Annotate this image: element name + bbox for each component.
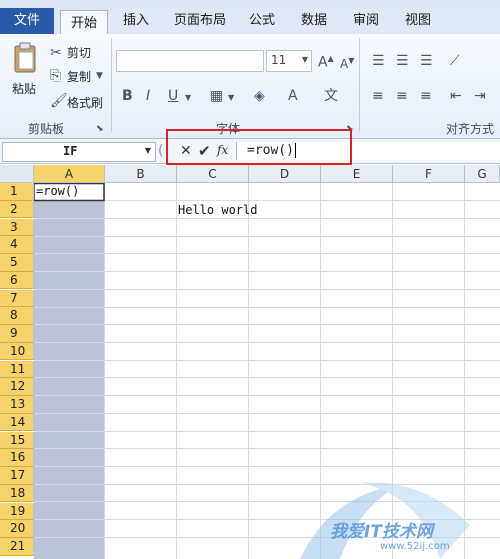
name-box-value: IF <box>63 144 78 158</box>
tab-review[interactable]: 审阅 <box>346 8 386 34</box>
alignment-group-label: 对齐方式 <box>446 122 495 136</box>
chevron-down-icon[interactable]: ▼ <box>228 91 234 105</box>
align-left-icon[interactable]: ≡ <box>372 89 384 103</box>
tab-formulas[interactable]: 公式 <box>242 8 282 34</box>
align-center-icon[interactable]: ≡ <box>396 89 408 103</box>
name-box[interactable]: IF ▼ <box>2 142 156 162</box>
row-header-8[interactable]: 8 <box>0 307 34 325</box>
column-header-d[interactable]: D <box>249 165 321 183</box>
tab-view[interactable]: 视图 <box>398 8 438 34</box>
separator <box>111 38 112 132</box>
formula-bar-handle[interactable]: ( <box>158 143 163 159</box>
chevron-down-icon[interactable]: ▼ <box>96 69 103 83</box>
ribbon-home: 粘贴 ✂ 剪切 ⎘ 复制 ▼ 🖌 格式刷 剪贴板 ⬊ 11 ▼ A▲ A▼ B … <box>0 34 500 139</box>
scissors-icon: ✂ <box>50 45 62 61</box>
row-header-2[interactable]: 2 <box>0 200 34 219</box>
row-header-9[interactable]: 9 <box>0 325 34 343</box>
copy-icon: ⎘ <box>50 68 62 84</box>
row-header-16[interactable]: 16 <box>0 449 34 467</box>
orientation-icon[interactable]: ⟋ <box>450 54 460 68</box>
row-header-3[interactable]: 3 <box>0 218 34 237</box>
highlight-box <box>166 129 352 165</box>
gridlines <box>33 182 500 559</box>
row-header-12[interactable]: 12 <box>0 378 34 396</box>
separator <box>359 38 360 132</box>
clipboard-group-label: 剪贴板 <box>28 122 65 136</box>
fill-color-icon[interactable]: ◈ <box>254 89 265 103</box>
title-bar <box>0 0 500 8</box>
row-header-14[interactable]: 14 <box>0 413 34 432</box>
clipboard-icon <box>14 42 36 73</box>
row-header-20[interactable]: 20 <box>0 520 34 538</box>
row-header-15[interactable]: 15 <box>0 431 34 450</box>
row-header-13[interactable]: 13 <box>0 396 34 414</box>
cell-a1[interactable]: =row() <box>36 184 79 198</box>
dialog-launcher-icon[interactable]: ⬊ <box>96 122 104 136</box>
column-header-a[interactable]: A <box>34 165 105 183</box>
row-header-5[interactable]: 5 <box>0 254 34 272</box>
row-header-17[interactable]: 17 <box>0 467 34 485</box>
font-color-icon[interactable]: A <box>288 89 298 103</box>
tab-data[interactable]: 数据 <box>294 8 334 34</box>
underline-icon[interactable]: U <box>168 89 178 103</box>
chevron-down-icon[interactable]: ▼ <box>145 146 151 155</box>
align-middle-icon[interactable]: ☰ <box>396 54 409 68</box>
ribbon-tab-bar: 文件 开始 插入 页面布局 公式 数据 审阅 视图 <box>0 8 500 36</box>
cut-button[interactable]: 剪切 <box>67 44 91 61</box>
row-header-21[interactable]: 21 <box>0 538 34 556</box>
watermark-url: www.52ij.com <box>380 541 450 552</box>
row-header-7[interactable]: 7 <box>0 289 34 308</box>
cell-c2[interactable]: Hello world <box>178 203 257 217</box>
phonetic-icon[interactable]: 文 <box>324 89 338 103</box>
paste-button[interactable] <box>10 40 40 78</box>
column-header-c[interactable]: C <box>177 165 249 183</box>
column-a-selection <box>34 201 104 559</box>
row-header-19[interactable]: 19 <box>0 502 34 521</box>
column-header-g[interactable]: G <box>465 165 500 183</box>
row-header-1[interactable]: 1 <box>0 183 34 201</box>
font-size-value: 11 <box>271 53 287 67</box>
grow-font-icon[interactable]: A▲ <box>318 52 334 70</box>
shrink-font-icon[interactable]: A▼ <box>340 54 354 71</box>
outdent-icon[interactable]: ⇥ <box>474 89 486 103</box>
copy-button[interactable]: 复制 <box>67 68 91 85</box>
font-name-dropdown[interactable] <box>116 50 264 72</box>
align-top-icon[interactable]: ☰ <box>372 54 385 68</box>
row-header-11[interactable]: 11 <box>0 360 34 379</box>
tab-insert[interactable]: 插入 <box>116 8 156 34</box>
indent-icon[interactable]: ⇤ <box>450 89 462 103</box>
paste-label[interactable]: 粘贴 <box>12 80 36 97</box>
column-header-e[interactable]: E <box>321 165 393 183</box>
row-header-10[interactable]: 10 <box>0 342 34 361</box>
tab-page-layout[interactable]: 页面布局 <box>168 8 232 34</box>
row-header-4[interactable]: 4 <box>0 236 34 254</box>
bold-icon[interactable]: B <box>122 89 133 103</box>
row-header-18[interactable]: 18 <box>0 484 34 503</box>
row-header-6[interactable]: 6 <box>0 271 34 290</box>
format-painter-button[interactable]: 格式刷 <box>67 94 103 111</box>
chevron-down-icon[interactable]: ▼ <box>185 91 191 105</box>
select-all-corner[interactable] <box>0 165 34 183</box>
column-header-f[interactable]: F <box>393 165 465 183</box>
chevron-down-icon: ▼ <box>301 55 308 64</box>
align-right-icon[interactable]: ≡ <box>420 89 432 103</box>
watermark-text: 我爱IT技术网 <box>330 522 433 542</box>
font-size-dropdown[interactable]: 11 ▼ <box>266 50 312 72</box>
format-painter-icon: 🖌 <box>50 93 68 109</box>
italic-icon[interactable]: I <box>146 89 150 103</box>
tab-home[interactable]: 开始 <box>60 10 108 36</box>
tab-file[interactable]: 文件 <box>0 8 54 34</box>
align-bottom-icon[interactable]: ☰ <box>420 54 433 68</box>
border-icon[interactable]: ▦ <box>210 89 223 103</box>
column-header-b[interactable]: B <box>105 165 177 183</box>
worksheet-grid[interactable]: A B C D E F G 1 2 3 4 5 6 7 8 9 10 11 12 13 14 15 16 17 1… <box>0 165 500 559</box>
